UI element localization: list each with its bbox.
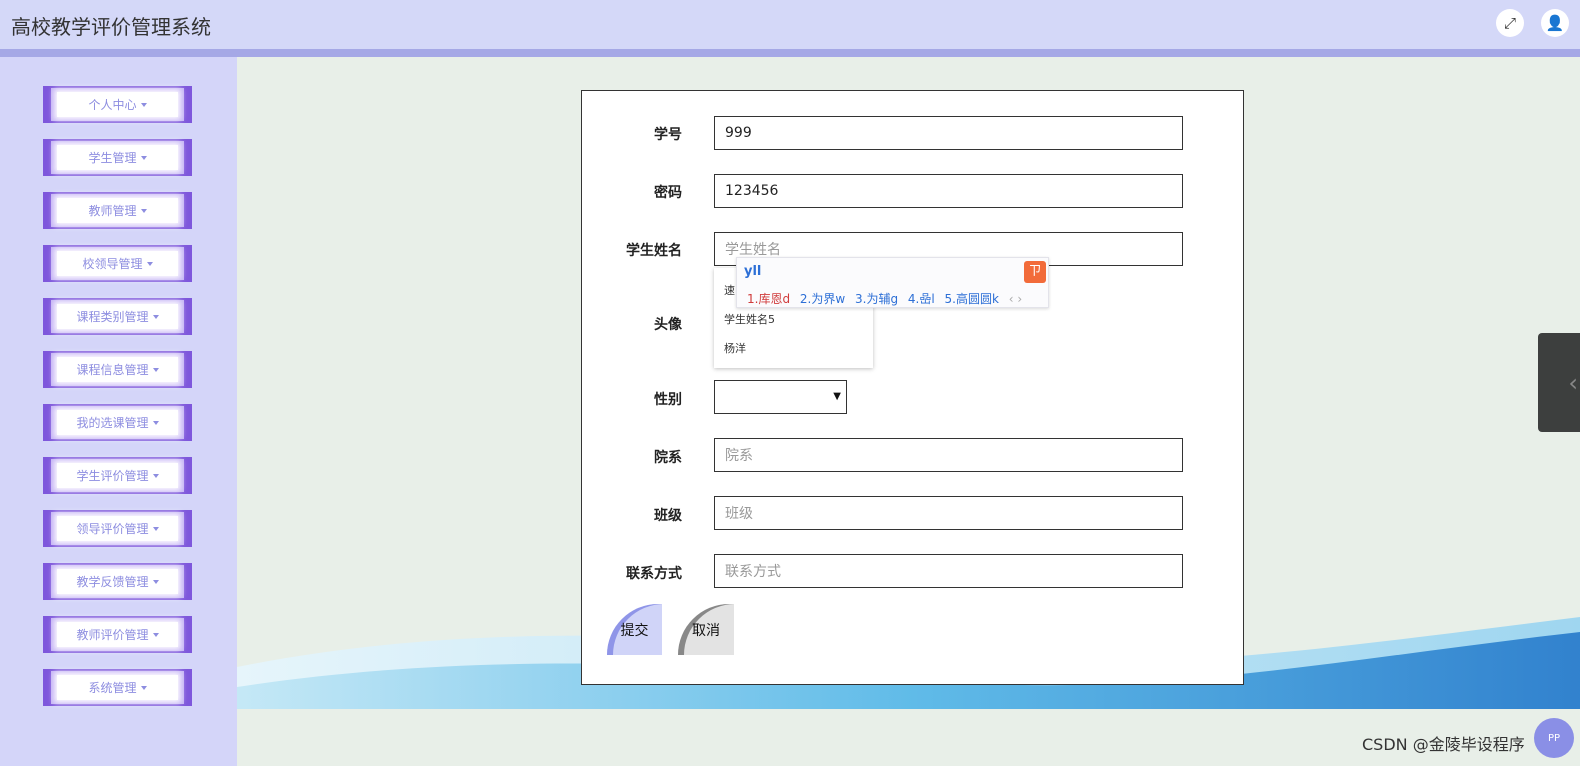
gender-select[interactable]: ▼	[714, 380, 847, 414]
class-input[interactable]: 班级	[714, 496, 1183, 530]
sidebar-item-label: 教师评价管理	[76, 628, 149, 642]
caret-down-icon	[152, 473, 159, 478]
top-bar: 高校教学评价管理系统 ⤢ 👤	[0, 0, 1580, 50]
ime-candidate-panel: yll ㄗ 1.库恩d 2.为界w 3.为辅g 4.喦l 5.高圆圆k ‹ ›	[736, 257, 1049, 308]
caret-down-icon	[152, 367, 159, 372]
sidebar-item-course-info[interactable]: 课程信息管理	[43, 351, 192, 388]
sidebar-item-label: 教师管理	[88, 204, 137, 218]
contact-input[interactable]: 联系方式	[714, 554, 1183, 588]
sidebar-item-label: 领导评价管理	[76, 522, 149, 536]
ime-candidate[interactable]: 2.为界w	[800, 292, 845, 306]
ime-candidate[interactable]: 1.库恩d	[747, 292, 790, 306]
ime-candidate[interactable]: 4.喦l	[908, 292, 935, 306]
password-label: 密码	[654, 185, 682, 201]
ime-page-nav[interactable]: ‹ ›	[1009, 292, 1022, 306]
password-input[interactable]: 123456	[714, 174, 1183, 208]
class-label: 班级	[654, 508, 682, 524]
fullscreen-icon[interactable]: ⤢	[1496, 9, 1524, 37]
sidebar-item-leader-evaluation[interactable]: 领导评价管理	[43, 510, 192, 547]
sidebar-item-teacher-evaluation[interactable]: 教师评价管理	[43, 616, 192, 653]
caret-down-icon	[140, 102, 147, 107]
caret-down-icon	[152, 526, 159, 531]
autocomplete-option[interactable]: 杨洋	[724, 340, 746, 356]
sidebar-item-teacher-management[interactable]: 教师管理	[43, 192, 192, 229]
user-icon[interactable]: 👤	[1541, 9, 1569, 37]
caret-down-icon	[146, 261, 153, 266]
watermark: CSDN @金陵毕设程序	[1362, 735, 1525, 754]
sidebar-item-student-evaluation[interactable]: 学生评价管理	[43, 457, 192, 494]
sidebar-item-label: 学生管理	[88, 151, 137, 165]
ime-candidate[interactable]: 3.为辅g	[855, 292, 898, 306]
caret-down-icon	[152, 579, 159, 584]
sidebar: 个人中心 学生管理 教师管理 校领导管理 课程类别管理 课程信息管理 我的选课管…	[0, 57, 237, 766]
chevron-down-icon: ▼	[833, 391, 841, 402]
chevron-left-icon: ‹	[1568, 368, 1578, 397]
department-input[interactable]: 院系	[714, 438, 1183, 472]
sidebar-item-label: 课程类别管理	[76, 310, 149, 324]
sidebar-item-label: 学生评价管理	[76, 469, 149, 483]
sidebar-item-label: 课程信息管理	[76, 363, 149, 377]
ime-candidate[interactable]: 5.高圆圆k	[945, 292, 999, 306]
sidebar-item-label: 系统管理	[88, 681, 137, 695]
header-divider	[0, 49, 1580, 57]
sidebar-item-label: 个人中心	[88, 98, 137, 112]
autocomplete-option[interactable]: 学生姓名5	[724, 311, 775, 327]
corner-badge[interactable]: PP	[1534, 718, 1574, 758]
sidebar-item-leader-management[interactable]: 校领导管理	[43, 245, 192, 282]
submit-button[interactable]: 提交	[607, 604, 662, 655]
student-id-label: 学号	[654, 127, 682, 143]
sidebar-item-label: 校领导管理	[82, 257, 143, 271]
sidebar-item-course-category[interactable]: 课程类别管理	[43, 298, 192, 335]
side-panel-toggle[interactable]: ‹	[1538, 333, 1580, 432]
ime-candidates: 1.库恩d 2.为界w 3.为辅g 4.喦l 5.高圆圆k ‹ ›	[747, 290, 1028, 307]
app-title: 高校教学评价管理系统	[11, 15, 211, 39]
sidebar-item-student-management[interactable]: 学生管理	[43, 139, 192, 176]
sidebar-item-label: 教学反馈管理	[76, 575, 149, 589]
department-label: 院系	[654, 450, 682, 466]
sidebar-item-system-management[interactable]: 系统管理	[43, 669, 192, 706]
caret-down-icon	[152, 420, 159, 425]
sidebar-item-teaching-feedback[interactable]: 教学反馈管理	[43, 563, 192, 600]
caret-down-icon	[152, 632, 159, 637]
sidebar-item-my-courses[interactable]: 我的选课管理	[43, 404, 192, 441]
caret-down-icon	[152, 314, 159, 319]
avatar-label: 头像	[654, 317, 682, 333]
caret-down-icon	[140, 208, 147, 213]
sidebar-item-label: 我的选课管理	[76, 416, 149, 430]
student-id-input[interactable]: 999	[714, 116, 1183, 150]
caret-down-icon	[140, 685, 147, 690]
ime-logo-icon: ㄗ	[1024, 261, 1046, 283]
gender-label: 性别	[654, 392, 682, 408]
caret-down-icon	[140, 155, 147, 160]
sidebar-item-personal-center[interactable]: 个人中心	[43, 86, 192, 123]
cancel-button[interactable]: 取消	[678, 604, 734, 655]
student-form: 学号 999 密码 123456 学生姓名 学生姓名 头像 速 学生姓名5 杨洋…	[581, 90, 1244, 685]
student-name-label: 学生姓名	[626, 243, 682, 259]
ime-input-text: yll	[744, 264, 762, 279]
autocomplete-option[interactable]: 速	[724, 282, 735, 298]
contact-label: 联系方式	[626, 566, 682, 582]
